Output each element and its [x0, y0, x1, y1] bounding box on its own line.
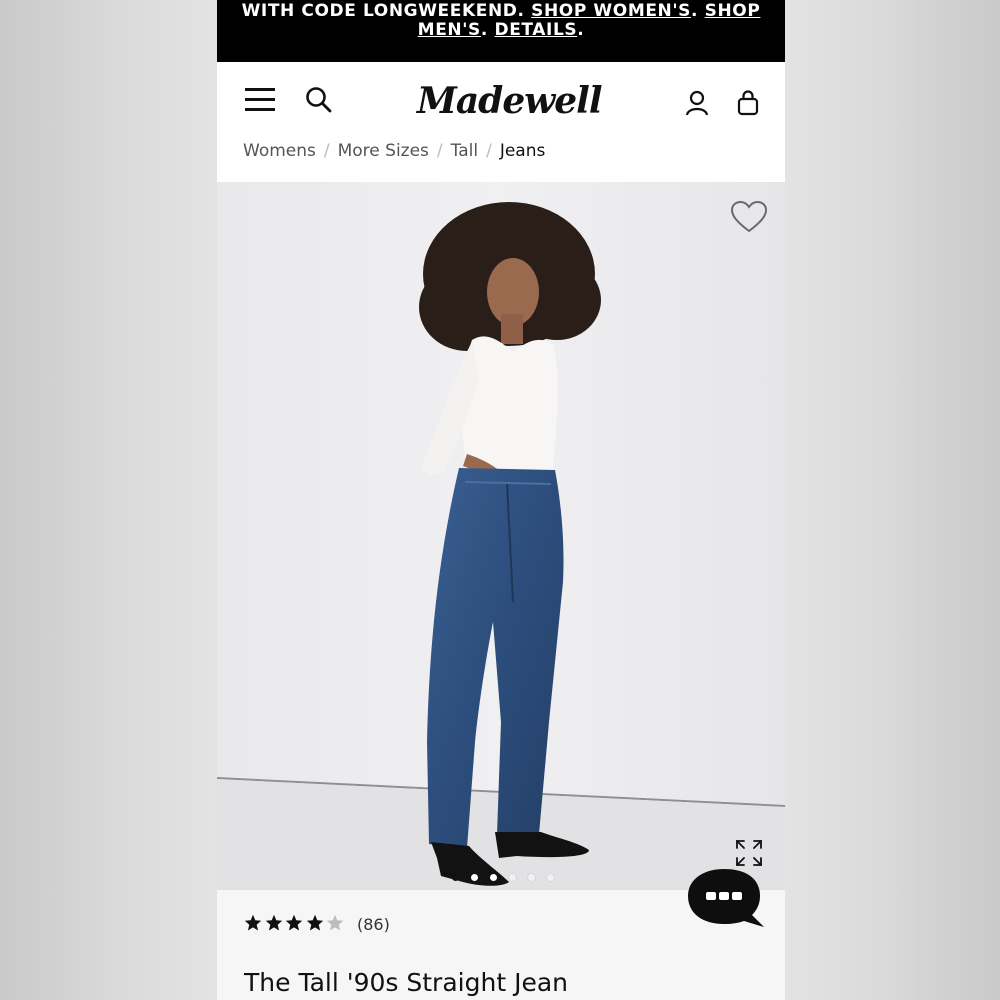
details-link[interactable]: DETAILS: [494, 20, 577, 40]
promo-line-1: WITH CODE LONGWEEKEND. SHOP WOMEN'S. SHO…: [217, 2, 785, 21]
promo-punctuation: .: [691, 1, 699, 21]
product-image-gallery[interactable]: [217, 182, 785, 890]
gallery-pagination-dots: [447, 874, 557, 884]
pagination-dot[interactable]: [509, 874, 516, 881]
bag-icon[interactable]: [737, 90, 759, 116]
expand-icon[interactable]: [735, 839, 763, 867]
star-empty-icon: [326, 914, 344, 931]
chat-bubble-icon[interactable]: [688, 867, 764, 929]
heart-icon[interactable]: [729, 199, 769, 235]
pagination-dot[interactable]: [547, 874, 554, 881]
pagination-dot[interactable]: [490, 874, 497, 881]
breadcrumb-separator: /: [486, 141, 492, 161]
breadcrumb-separator: /: [436, 141, 443, 161]
breadcrumb-tall[interactable]: Tall: [451, 141, 478, 161]
breadcrumb-womens[interactable]: Womens: [243, 141, 316, 161]
madewell-logo[interactable]: Madewell: [417, 76, 603, 126]
breadcrumb-separator: /: [323, 141, 330, 161]
promo-punctuation: .: [480, 20, 488, 40]
pagination-dot-active[interactable]: [452, 874, 459, 881]
pagination-dot[interactable]: [471, 874, 478, 881]
promo-text: WITH CODE LONGWEEKEND.: [241, 1, 525, 21]
product-title: The Tall '90s Straight Jean: [244, 968, 568, 997]
product-photo: [217, 182, 785, 890]
star-filled-icon: [285, 914, 303, 931]
pagination-dot[interactable]: [528, 874, 535, 881]
star-filled-icon: [306, 914, 323, 931]
site-header: Madewell Womens / More Sizes / Tall / Jeans: [217, 62, 785, 182]
breadcrumb-jeans: Jeans: [499, 141, 546, 161]
promo-line-2: MEN'S. DETAILS.: [217, 21, 785, 40]
search-icon[interactable]: [305, 86, 333, 114]
phone-screen: WITH CODE LONGWEEKEND. SHOP WOMEN'S. SHO…: [217, 0, 785, 1000]
menu-icon[interactable]: [245, 86, 275, 114]
shop-womens-link[interactable]: SHOP WOMEN'S: [531, 1, 691, 21]
breadcrumb-more-sizes[interactable]: More Sizes: [338, 141, 429, 161]
shop-mens-link-part1[interactable]: SHOP: [705, 1, 761, 21]
shop-mens-link-part2[interactable]: MEN'S: [418, 20, 481, 40]
star-filled-icon: [244, 914, 262, 931]
breadcrumb: Womens / More Sizes / Tall / Jeans: [243, 139, 545, 163]
account-icon[interactable]: [685, 90, 709, 116]
promo-punctuation: .: [577, 20, 585, 40]
star-filled-icon: [265, 914, 282, 931]
review-count[interactable]: (86): [357, 915, 390, 934]
promo-banner: WITH CODE LONGWEEKEND. SHOP WOMEN'S. SHO…: [217, 0, 785, 62]
